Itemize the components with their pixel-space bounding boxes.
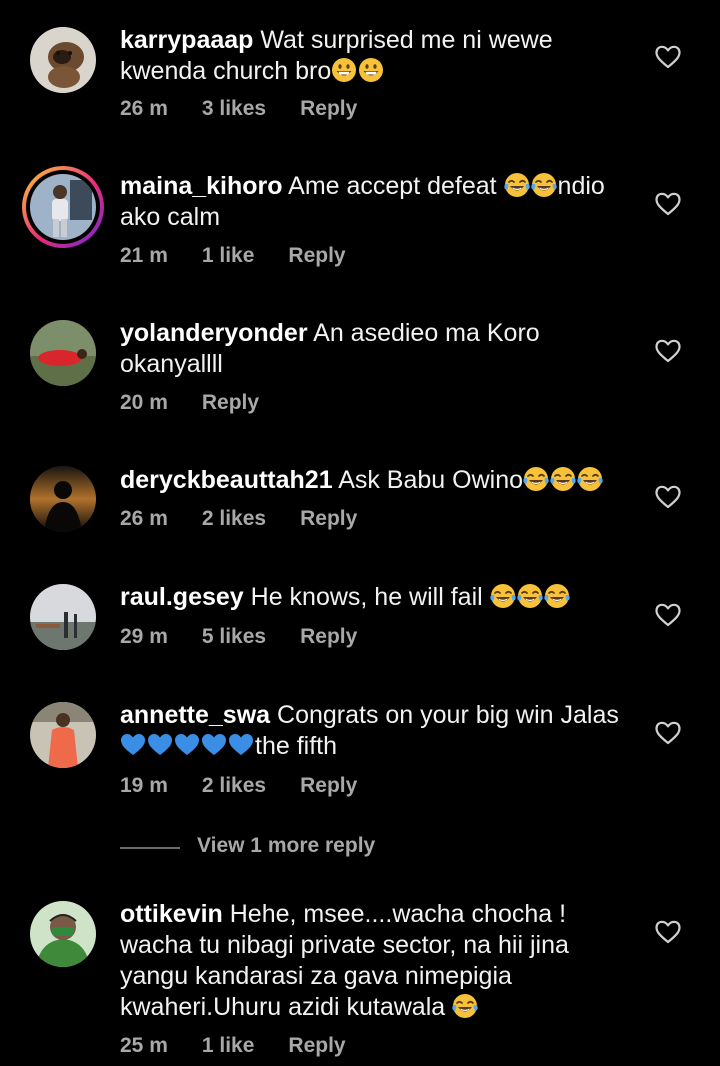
- view-more-replies[interactable]: View 1 more reply: [120, 834, 520, 862]
- comment-meta: 26 m 3 likes Reply: [120, 97, 391, 121]
- comment-timestamp: 25 m: [120, 1034, 168, 1057]
- comment-username[interactable]: raul.gesey: [120, 583, 244, 611]
- blue-heart-emoji: [201, 732, 227, 758]
- comment-meta: 25 m 1 like Reply: [120, 1034, 380, 1058]
- comment-meta: 19 m 2 likes Reply: [120, 774, 391, 798]
- avatar[interactable]: [30, 584, 96, 650]
- comment-body: ottikevin Hehe, msee....wacha chocha ! w…: [120, 899, 640, 1023]
- comment-timestamp: 29 m: [120, 625, 168, 648]
- avatar[interactable]: [30, 466, 96, 532]
- avatar[interactable]: [30, 320, 96, 386]
- reply-thread-divider: [120, 847, 180, 849]
- reply-button[interactable]: Reply: [300, 507, 357, 531]
- avatar[interactable]: [30, 27, 96, 93]
- comment-likes-count[interactable]: 5 likes: [202, 625, 266, 649]
- reply-button[interactable]: Reply: [300, 97, 357, 121]
- comment-likes-count[interactable]: 1 like: [202, 244, 255, 268]
- reply-button[interactable]: Reply: [300, 625, 357, 649]
- heart-outline-icon[interactable]: [655, 485, 681, 509]
- face-with-tears-of-joy-emoji: [577, 466, 603, 492]
- comment-likes-count[interactable]: 2 likes: [202, 507, 266, 531]
- comment-timestamp: 21 m: [120, 244, 168, 267]
- heart-outline-icon[interactable]: [655, 721, 681, 745]
- grinning-face-emoji: [358, 57, 384, 83]
- comment-username[interactable]: yolanderyonder: [120, 319, 308, 347]
- blue-heart-emoji: [147, 732, 173, 758]
- comment-timestamp: 20 m: [120, 391, 168, 414]
- face-with-tears-of-joy-emoji: [544, 583, 570, 609]
- comment-meta: 26 m 2 likes Reply: [120, 507, 391, 531]
- comment-body: annette_swa Congrats on your big win Jal…: [120, 700, 640, 762]
- face-with-tears-of-joy-emoji: [504, 172, 530, 198]
- face-with-tears-of-joy-emoji: [550, 466, 576, 492]
- comment-body: raul.gesey He knows, he will fail: [120, 582, 640, 613]
- comment-text: Congrats on your big win Jalas: [277, 701, 619, 729]
- comment-meta: 21 m 1 like Reply: [120, 244, 380, 268]
- comment-username[interactable]: annette_swa: [120, 701, 270, 729]
- comment-likes-count[interactable]: 3 likes: [202, 97, 266, 121]
- comment-body: karrypaaap Wat surprised me ni wewe kwen…: [120, 25, 640, 87]
- blue-heart-emoji: [174, 732, 200, 758]
- grinning-face-emoji: [331, 57, 357, 83]
- blue-heart-emoji: [120, 732, 146, 758]
- heart-outline-icon[interactable]: [655, 603, 681, 627]
- comment-username[interactable]: maina_kihoro: [120, 172, 283, 200]
- comment-username[interactable]: deryckbeauttah21: [120, 466, 333, 494]
- comment-text: Ame accept defeat: [288, 172, 504, 200]
- comment-timestamp: 19 m: [120, 774, 168, 797]
- heart-outline-icon[interactable]: [655, 920, 681, 944]
- comment-meta: 20 m Reply: [120, 391, 293, 415]
- comment-text: He knows, he will fail: [250, 583, 490, 611]
- heart-outline-icon[interactable]: [655, 45, 681, 69]
- comment-likes-count[interactable]: 1 like: [202, 1034, 255, 1058]
- comment-username[interactable]: ottikevin: [120, 900, 223, 928]
- face-with-tears-of-joy-emoji: [517, 583, 543, 609]
- reply-button[interactable]: Reply: [288, 244, 345, 268]
- comment-body: yolanderyonder An asedieo ma Koro okanya…: [120, 318, 640, 380]
- avatar[interactable]: [30, 702, 96, 768]
- reply-button[interactable]: Reply: [202, 391, 259, 415]
- comment-body: deryckbeauttah21 Ask Babu Owino: [120, 465, 640, 496]
- comment-timestamp: 26 m: [120, 97, 168, 120]
- face-with-tears-of-joy-emoji: [523, 466, 549, 492]
- comment-username[interactable]: karrypaaap: [120, 26, 253, 54]
- comment-timestamp: 26 m: [120, 507, 168, 530]
- comment-meta: 29 m 5 likes Reply: [120, 625, 391, 649]
- view-more-replies-label[interactable]: View 1 more reply: [197, 834, 375, 858]
- blue-heart-emoji: [228, 732, 254, 758]
- heart-outline-icon[interactable]: [655, 339, 681, 363]
- reply-button[interactable]: Reply: [300, 774, 357, 798]
- comment-body: maina_kihoro Ame accept defeat ndio ako …: [120, 171, 640, 233]
- avatar[interactable]: [22, 166, 104, 248]
- avatar[interactable]: [30, 901, 96, 967]
- reply-button[interactable]: Reply: [288, 1034, 345, 1058]
- comment-likes-count[interactable]: 2 likes: [202, 774, 266, 798]
- face-with-tears-of-joy-emoji: [531, 172, 557, 198]
- face-with-tears-of-joy-emoji: [452, 993, 478, 1019]
- heart-outline-icon[interactable]: [655, 192, 681, 216]
- face-with-tears-of-joy-emoji: [490, 583, 516, 609]
- comment-text-continued: the fifth: [255, 732, 337, 760]
- comment-text: Ask Babu Owino: [338, 466, 524, 494]
